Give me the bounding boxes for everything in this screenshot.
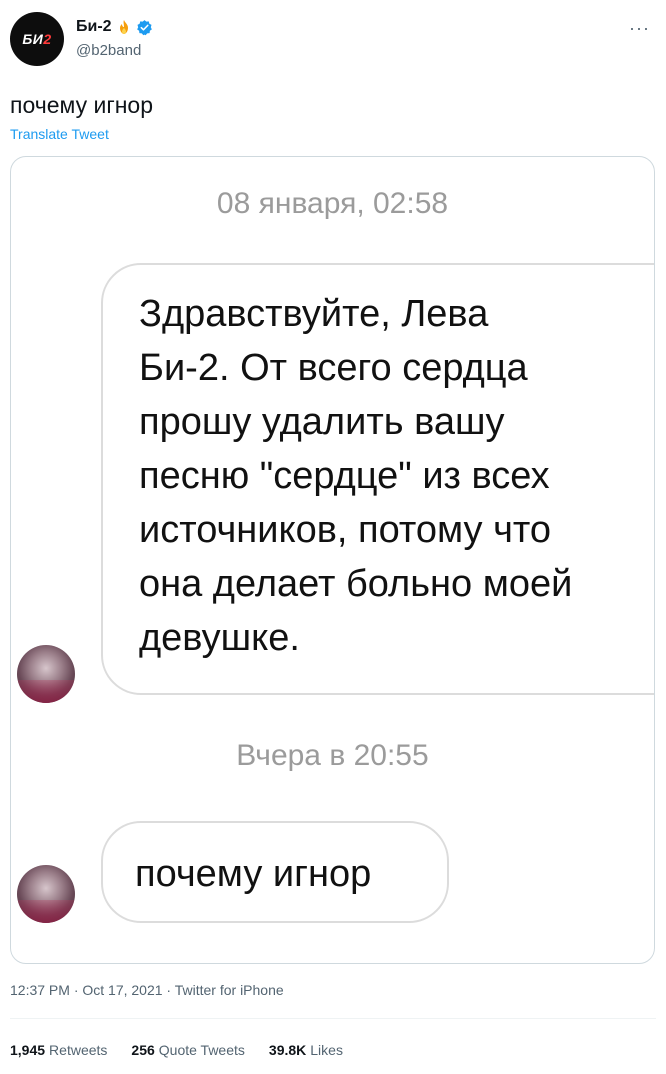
- sender-avatar: [17, 865, 75, 923]
- tweet-stats: 1,945 Retweets 256 Quote Tweets 39.8K Likes: [10, 1042, 343, 1058]
- message-line: девушке.: [139, 617, 300, 659]
- translate-tweet-link[interactable]: Translate Tweet: [10, 126, 109, 142]
- tweet-timestamp[interactable]: 12:37 PM · Oct 17, 2021 · Twitter for iP…: [10, 982, 284, 998]
- message-bubble: Здравствуйте, Лева Би-2. От всего сердца…: [101, 263, 654, 695]
- chat-date-label: Вчера в 20:55: [236, 739, 429, 772]
- message-bubble: почему игнор: [101, 821, 449, 923]
- band-logo: БИ2: [22, 31, 52, 47]
- message-line: она делает больно моей: [139, 563, 573, 605]
- message-line: источников, потому что: [139, 509, 552, 551]
- sender-avatar: [17, 645, 75, 703]
- more-options-icon[interactable]: ···: [629, 18, 650, 39]
- tweet-header: БИ2 Би-2 @b2band ···: [10, 12, 656, 72]
- chat-date-label: 08 января, 02:58: [216, 187, 449, 220]
- tweet-text: почему игнор: [10, 92, 153, 118]
- verified-badge-icon: [136, 19, 153, 36]
- quote-tweets-stat[interactable]: 256 Quote Tweets: [131, 1042, 245, 1058]
- fire-icon: [116, 19, 132, 35]
- likes-stat[interactable]: 39.8K Likes: [269, 1042, 343, 1058]
- retweets-stat[interactable]: 1,945 Retweets: [10, 1042, 107, 1058]
- message-line: Би-2. От всего сердца: [139, 347, 528, 389]
- message-line: Здравствуйте, Лева: [139, 293, 489, 335]
- author-handle[interactable]: @b2band: [76, 42, 141, 59]
- author-avatar[interactable]: БИ2: [10, 12, 64, 66]
- message-line: песню "сердце" из всех: [139, 455, 550, 497]
- divider: [10, 1018, 656, 1019]
- author-display-name[interactable]: Би-2: [76, 18, 112, 36]
- author-name-row: Би-2: [76, 18, 153, 36]
- message-line: прошу удалить вашу: [139, 401, 505, 443]
- tweet-image[interactable]: 08 января, 02:58 Здравствуйте, Лева Би-2…: [10, 156, 655, 964]
